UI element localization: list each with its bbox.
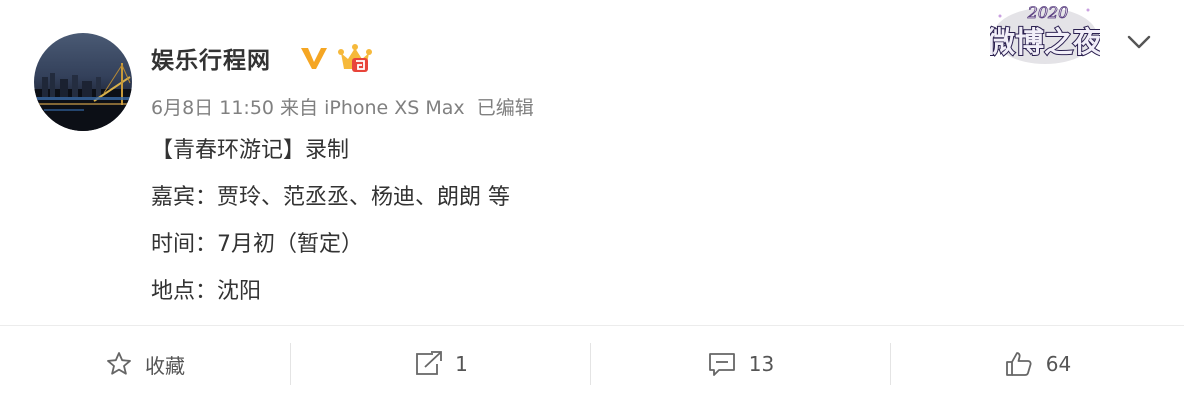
chevron-down-icon[interactable] xyxy=(1124,30,1154,54)
action-bar: 收藏 1 13 64 xyxy=(0,326,1184,402)
username[interactable]: 娱乐行程网 xyxy=(151,41,271,75)
share-icon xyxy=(416,351,443,375)
post-date: 6月8日 xyxy=(151,97,214,119)
vip-crown-icon[interactable] xyxy=(337,43,373,75)
thumbs-up-icon xyxy=(1005,352,1032,376)
favorite-button[interactable]: 收藏 xyxy=(0,326,290,402)
post-source[interactable]: 来自 iPhone XS Max xyxy=(280,97,465,119)
post-line: 【青春环游记】录制 xyxy=(151,138,350,163)
avatar[interactable] xyxy=(34,33,132,131)
like-button[interactable]: 64 xyxy=(891,326,1184,402)
post-meta: 6月8日 11:50 来自 iPhone XS Max 已编辑 xyxy=(151,93,534,120)
verified-v-icon xyxy=(301,48,327,69)
post-time: 11:50 xyxy=(219,97,274,119)
post-line: 嘉宾：贾玲、范丞丞、杨迪、朗朗 等 xyxy=(151,185,510,210)
edited-label[interactable]: 已编辑 xyxy=(477,97,534,119)
post-line: 地点：沈阳 xyxy=(151,279,262,304)
star-icon xyxy=(107,352,131,375)
like-count: 64 xyxy=(1045,352,1072,376)
promo-title: 微博之夜 xyxy=(990,25,1100,59)
promo-year: 2020 xyxy=(1027,3,1069,22)
repost-count: 1 xyxy=(455,352,468,376)
comment-count: 13 xyxy=(748,352,775,376)
favorite-label: 收藏 xyxy=(145,353,185,378)
weibo-night-promo-badge[interactable]: 2020 微博之夜 xyxy=(990,0,1100,66)
post-line: 时间：7月初（暂定） xyxy=(151,232,363,257)
comment-icon xyxy=(708,353,735,376)
post-text: 【青春环游记】录制 嘉宾：贾玲、范丞丞、杨迪、朗朗 等 时间：7月初（暂定） 地… xyxy=(151,134,510,322)
repost-button[interactable]: 1 xyxy=(291,326,590,402)
comment-button[interactable]: 13 xyxy=(591,326,890,402)
city-night-avatar-image xyxy=(34,63,132,131)
